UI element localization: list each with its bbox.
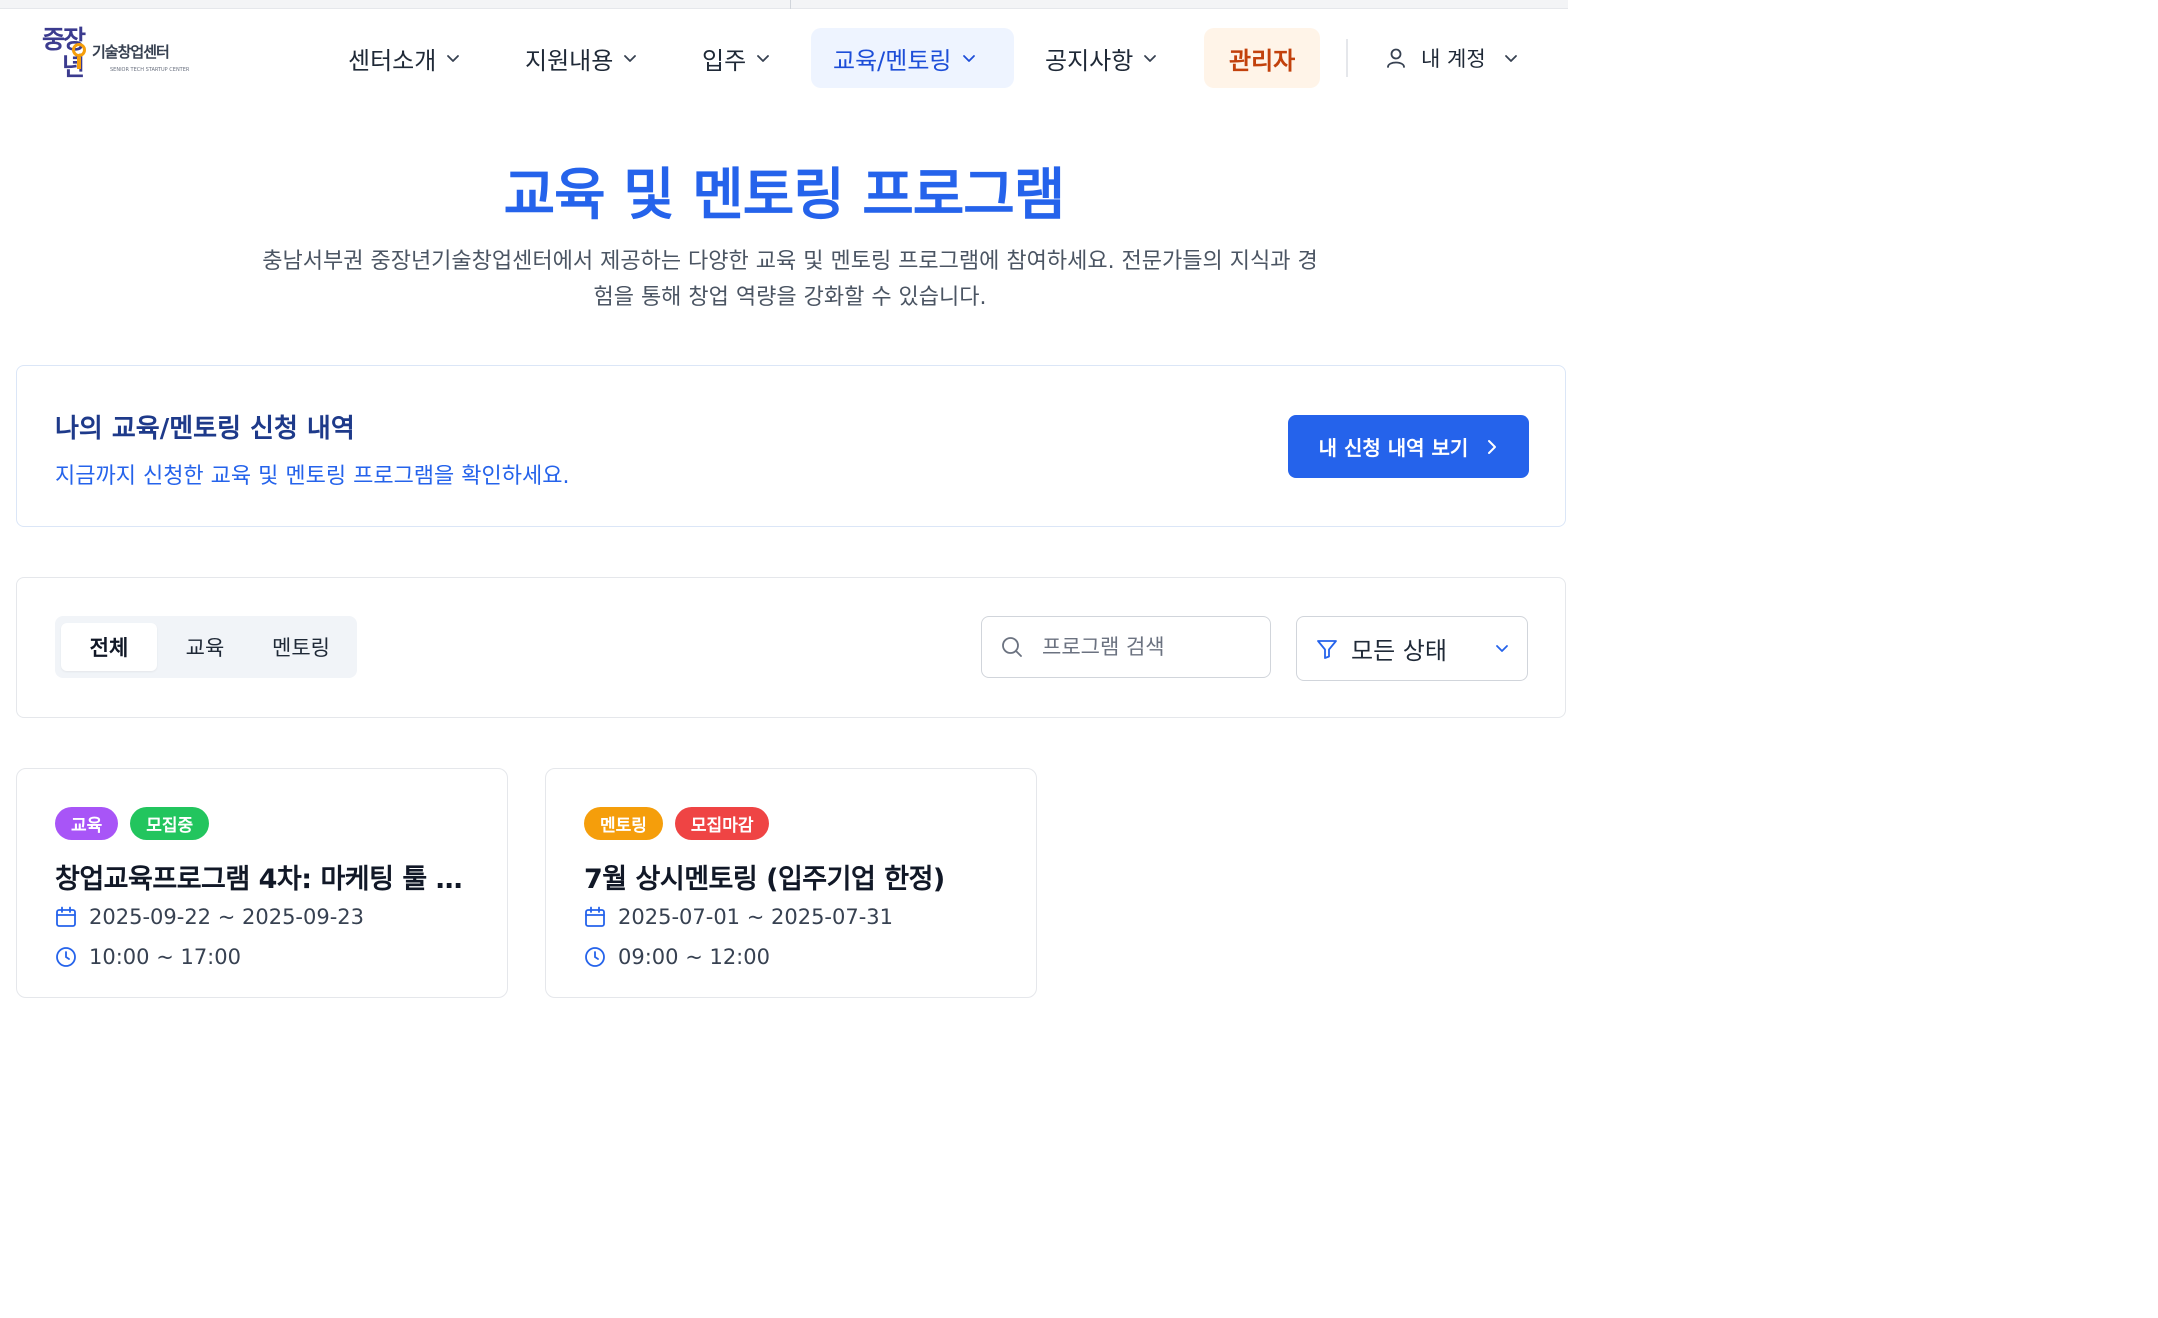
button-label: 내 신청 내역 보기 <box>1318 436 1469 460</box>
chevron-down-icon <box>1144 55 1157 62</box>
program-date: 2025-07-01 ~ 2025-07-31 <box>584 905 893 929</box>
badge-group: 멘토링 모집마감 <box>584 807 781 840</box>
program-time: 09:00 ~ 12:00 <box>584 945 770 969</box>
chevron-down-icon <box>447 55 460 62</box>
nav-label: 공지사항 <box>1045 46 1134 75</box>
logo-key-stem <box>77 57 81 69</box>
my-applications-title: 나의 교육/멘토링 신청 내역 <box>55 414 355 444</box>
program-card[interactable]: 멘토링 모집마감 7월 상시멘토링 (입주기업 한정) 2025-07-01 ~… <box>545 768 1037 998</box>
program-title: 7월 상시멘토링 (입주기업 한정) <box>584 864 945 895</box>
badge-group: 교육 모집중 <box>55 807 221 840</box>
program-card[interactable]: 교육 모집중 창업교육프로그램 4차: 마케팅 툴 활용 2025-09-22 … <box>16 768 508 998</box>
logo-tagline: SENIOR TECH STARTUP CENTER <box>110 67 190 73</box>
calendar-icon <box>585 906 605 927</box>
type-badge: 교육 <box>55 807 119 840</box>
nav-label: 입주 <box>702 46 747 75</box>
status-badge: 모집마감 <box>674 807 770 840</box>
logo-key-icon <box>72 43 86 57</box>
site-logo[interactable]: 중장 년 기술창업센터 SENIOR TECH STARTUP CENTER <box>42 27 192 89</box>
nav-item-notices[interactable]: 공지사항 <box>1023 28 1179 88</box>
browser-top-strip <box>0 0 1568 9</box>
tab-all[interactable]: 전체 <box>61 623 157 671</box>
search-box[interactable] <box>981 616 1271 678</box>
header-divider <box>1346 39 1348 77</box>
my-applications-subtitle: 지금까지 신청한 교육 및 멘토링 프로그램을 확인하세요. <box>55 464 570 489</box>
page-description: 충남서부권 중장년기술창업센터에서 제공하는 다양한 교육 및 멘토링 프로그램… <box>262 249 1318 310</box>
clock-icon <box>585 947 605 967</box>
program-date: 2025-09-22 ~ 2025-09-23 <box>55 905 364 929</box>
account-menu[interactable]: 내 계정 <box>1385 28 1532 88</box>
clock-icon <box>56 947 76 967</box>
chevron-down-icon <box>1504 55 1517 62</box>
search-icon <box>1002 637 1022 657</box>
view-my-applications-button[interactable]: 내 신청 내역 보기 <box>1288 415 1529 478</box>
site-header: 중장 년 기술창업센터 SENIOR TECH STARTUP CENTER 센… <box>0 9 1568 109</box>
nav-item-education-mentoring[interactable]: 교육/멘토링 <box>811 28 1014 88</box>
filter-bar: 전체 교육 멘토링 모든 상태 <box>16 577 1566 718</box>
chevron-down-icon <box>757 55 770 62</box>
nav-label: 교육/멘토링 <box>833 46 952 75</box>
filter-icon <box>1317 639 1337 659</box>
nav-label: 센터소개 <box>348 46 437 75</box>
program-time-text: 10:00 ~ 17:00 <box>89 945 241 969</box>
program-time: 10:00 ~ 17:00 <box>55 945 241 969</box>
search-input[interactable] <box>1042 635 1252 659</box>
user-icon <box>1387 48 1405 68</box>
my-applications-card: 나의 교육/멘토링 신청 내역 지금까지 신청한 교육 및 멘토링 프로그램을 … <box>16 365 1566 527</box>
calendar-icon <box>56 906 76 927</box>
chevron-down-icon <box>962 55 975 62</box>
program-date-text: 2025-07-01 ~ 2025-07-31 <box>618 905 894 929</box>
program-date-text: 2025-09-22 ~ 2025-09-23 <box>89 905 365 929</box>
nav-item-support[interactable]: 지원내용 <box>503 28 659 88</box>
chevron-down-icon <box>624 55 637 62</box>
chevron-down-icon <box>1496 645 1508 652</box>
status-badge: 모집중 <box>130 807 210 840</box>
type-badge: 멘토링 <box>584 807 663 840</box>
nav-item-center-intro[interactable]: 센터소개 <box>326 28 482 88</box>
category-tabs: 전체 교육 멘토링 <box>55 616 357 678</box>
nav-label: 지원내용 <box>525 46 614 75</box>
nav-item-tenancy[interactable]: 입주 <box>680 28 792 88</box>
program-time-text: 09:00 ~ 12:00 <box>618 945 770 969</box>
status-filter-label: 모든 상태 <box>1351 637 1447 665</box>
tab-mentoring[interactable]: 멘토링 <box>253 623 349 671</box>
page-title: 교육 및 멘토링 프로그램 <box>503 163 1066 228</box>
status-filter-select[interactable]: 모든 상태 <box>1296 616 1528 681</box>
account-label: 내 계정 <box>1421 47 1486 71</box>
admin-button[interactable]: 관리자 <box>1204 28 1321 88</box>
logo-subtitle: 기술창업센터 <box>92 43 170 61</box>
tab-education[interactable]: 교육 <box>157 623 253 671</box>
chevron-right-icon <box>1488 439 1497 454</box>
program-title: 창업교육프로그램 4차: 마케팅 툴 활용 <box>55 864 475 895</box>
strip-divider <box>790 0 791 9</box>
